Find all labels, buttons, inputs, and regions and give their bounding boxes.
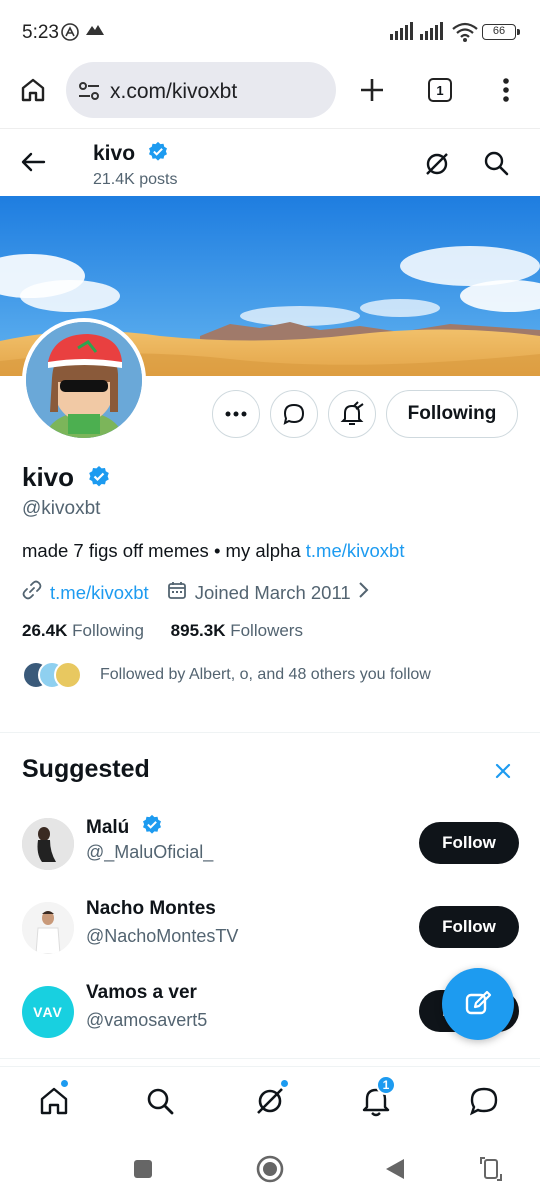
calendar-icon bbox=[167, 580, 187, 605]
follower-avatar bbox=[54, 661, 82, 689]
user-avatar bbox=[22, 902, 74, 954]
more-options-button[interactable] bbox=[212, 390, 260, 438]
back-triangle-icon[interactable] bbox=[380, 1154, 410, 1184]
new-tab-icon[interactable] bbox=[356, 74, 388, 106]
more-dots-icon bbox=[225, 411, 247, 417]
link-icon bbox=[22, 580, 42, 605]
menu-dots-icon[interactable] bbox=[490, 74, 522, 106]
suggested-user[interactable]: Malú @_MaluOficial_ Follow bbox=[0, 814, 540, 902]
rotate-icon[interactable] bbox=[476, 1154, 506, 1184]
bell-check-icon bbox=[340, 401, 364, 425]
nav-grok[interactable] bbox=[250, 1079, 290, 1121]
verified-badge-icon bbox=[87, 465, 111, 496]
user-name: Nacho Montes bbox=[86, 898, 216, 919]
back-arrow-icon[interactable] bbox=[20, 149, 46, 180]
a-circle-icon bbox=[60, 22, 80, 45]
compose-button[interactable] bbox=[442, 968, 514, 1040]
status-time: 5:23 bbox=[22, 22, 59, 43]
verified-badge-icon bbox=[141, 814, 163, 842]
user-handle: @NachoMontesTV bbox=[86, 926, 239, 946]
post-count: 21.4K posts bbox=[93, 171, 178, 188]
message-button[interactable] bbox=[270, 390, 318, 438]
tab-count: 1 bbox=[428, 78, 452, 102]
search-icon bbox=[147, 1088, 174, 1115]
user-handle: @_MaluOficial_ bbox=[86, 842, 214, 862]
section-divider bbox=[0, 1058, 540, 1059]
user-avatar: VAV bbox=[22, 986, 74, 1038]
signal-icon bbox=[390, 22, 416, 43]
tab-switcher-button[interactable]: 1 bbox=[424, 74, 456, 106]
home-circle-icon[interactable] bbox=[255, 1154, 285, 1184]
following-stat[interactable]: 26.4K Following bbox=[22, 621, 144, 640]
user-avatar bbox=[22, 818, 74, 870]
followed-by-text: Followed by Albert, o, and 48 others you… bbox=[100, 666, 431, 683]
nav-home[interactable] bbox=[34, 1079, 74, 1121]
unread-dot bbox=[280, 1079, 289, 1088]
website-link[interactable]: t.me/kivoxbt bbox=[50, 582, 149, 604]
messages-icon bbox=[469, 1087, 498, 1116]
nav-notifications[interactable]: 1 bbox=[356, 1075, 396, 1121]
profile-handle: @kivoxbt bbox=[22, 498, 101, 519]
follow-button[interactable]: Follow bbox=[419, 906, 519, 948]
bottom-navigation: 1 bbox=[0, 1066, 540, 1138]
signal-icon-2 bbox=[420, 22, 446, 43]
mountain-icon bbox=[86, 22, 104, 39]
followers-stat[interactable]: 895.3K Followers bbox=[171, 621, 303, 640]
profile-bio: made 7 figs off memes • my alpha t.me/ki… bbox=[22, 540, 405, 561]
suggested-title: Suggested bbox=[22, 755, 150, 783]
header-name: kivo bbox=[93, 141, 169, 169]
notification-badge: 1 bbox=[376, 1075, 396, 1095]
user-handle: @vamosavert5 bbox=[86, 1010, 208, 1030]
recents-icon[interactable] bbox=[128, 1154, 158, 1184]
message-icon bbox=[283, 403, 305, 425]
joined-date: Joined March 2011 bbox=[194, 581, 351, 603]
user-name: Vamos a ver bbox=[86, 982, 197, 1003]
followed-by-row[interactable]: Followed by Albert, o, and 48 others you… bbox=[22, 658, 431, 692]
section-divider bbox=[0, 732, 540, 733]
compose-icon bbox=[465, 990, 492, 1015]
profile-meta: t.me/kivoxbt Joined March 2011 bbox=[22, 580, 369, 605]
avatar-logo-text: VAV bbox=[33, 1004, 63, 1020]
bio-link[interactable]: t.me/kivoxbt bbox=[306, 540, 405, 561]
notify-button[interactable] bbox=[328, 390, 376, 438]
chevron-right-icon[interactable] bbox=[357, 581, 369, 604]
home-icon[interactable] bbox=[17, 74, 49, 106]
address-bar[interactable]: x.com/kivoxbt bbox=[66, 62, 336, 118]
nav-search[interactable] bbox=[140, 1081, 180, 1121]
grok-icon bbox=[257, 1088, 283, 1114]
url-text[interactable]: x.com/kivoxbt bbox=[110, 80, 237, 104]
follow-button[interactable]: Follow bbox=[419, 822, 519, 864]
home-icon bbox=[40, 1087, 68, 1115]
follow-stats: 26.4K Following 895.3K Followers bbox=[22, 621, 303, 641]
battery-icon: 66 bbox=[482, 24, 520, 40]
profile-name: kivo bbox=[22, 462, 111, 496]
close-icon[interactable] bbox=[490, 758, 516, 784]
nav-messages[interactable] bbox=[464, 1081, 504, 1121]
status-bar: 5:23 66 bbox=[0, 0, 540, 60]
wifi-icon bbox=[452, 22, 478, 45]
site-settings-icon[interactable] bbox=[78, 80, 100, 102]
unread-dot bbox=[60, 1079, 69, 1088]
search-icon[interactable] bbox=[482, 149, 510, 182]
verified-badge-icon bbox=[147, 141, 169, 169]
user-name: Malú bbox=[86, 814, 163, 842]
following-button[interactable]: Following bbox=[386, 390, 518, 438]
profile-avatar[interactable] bbox=[22, 318, 146, 442]
system-navigation bbox=[0, 1138, 540, 1200]
profile-header-bar: kivo 21.4K posts bbox=[0, 128, 540, 196]
grok-icon[interactable] bbox=[422, 149, 452, 184]
browser-toolbar: x.com/kivoxbt 1 bbox=[0, 60, 540, 128]
